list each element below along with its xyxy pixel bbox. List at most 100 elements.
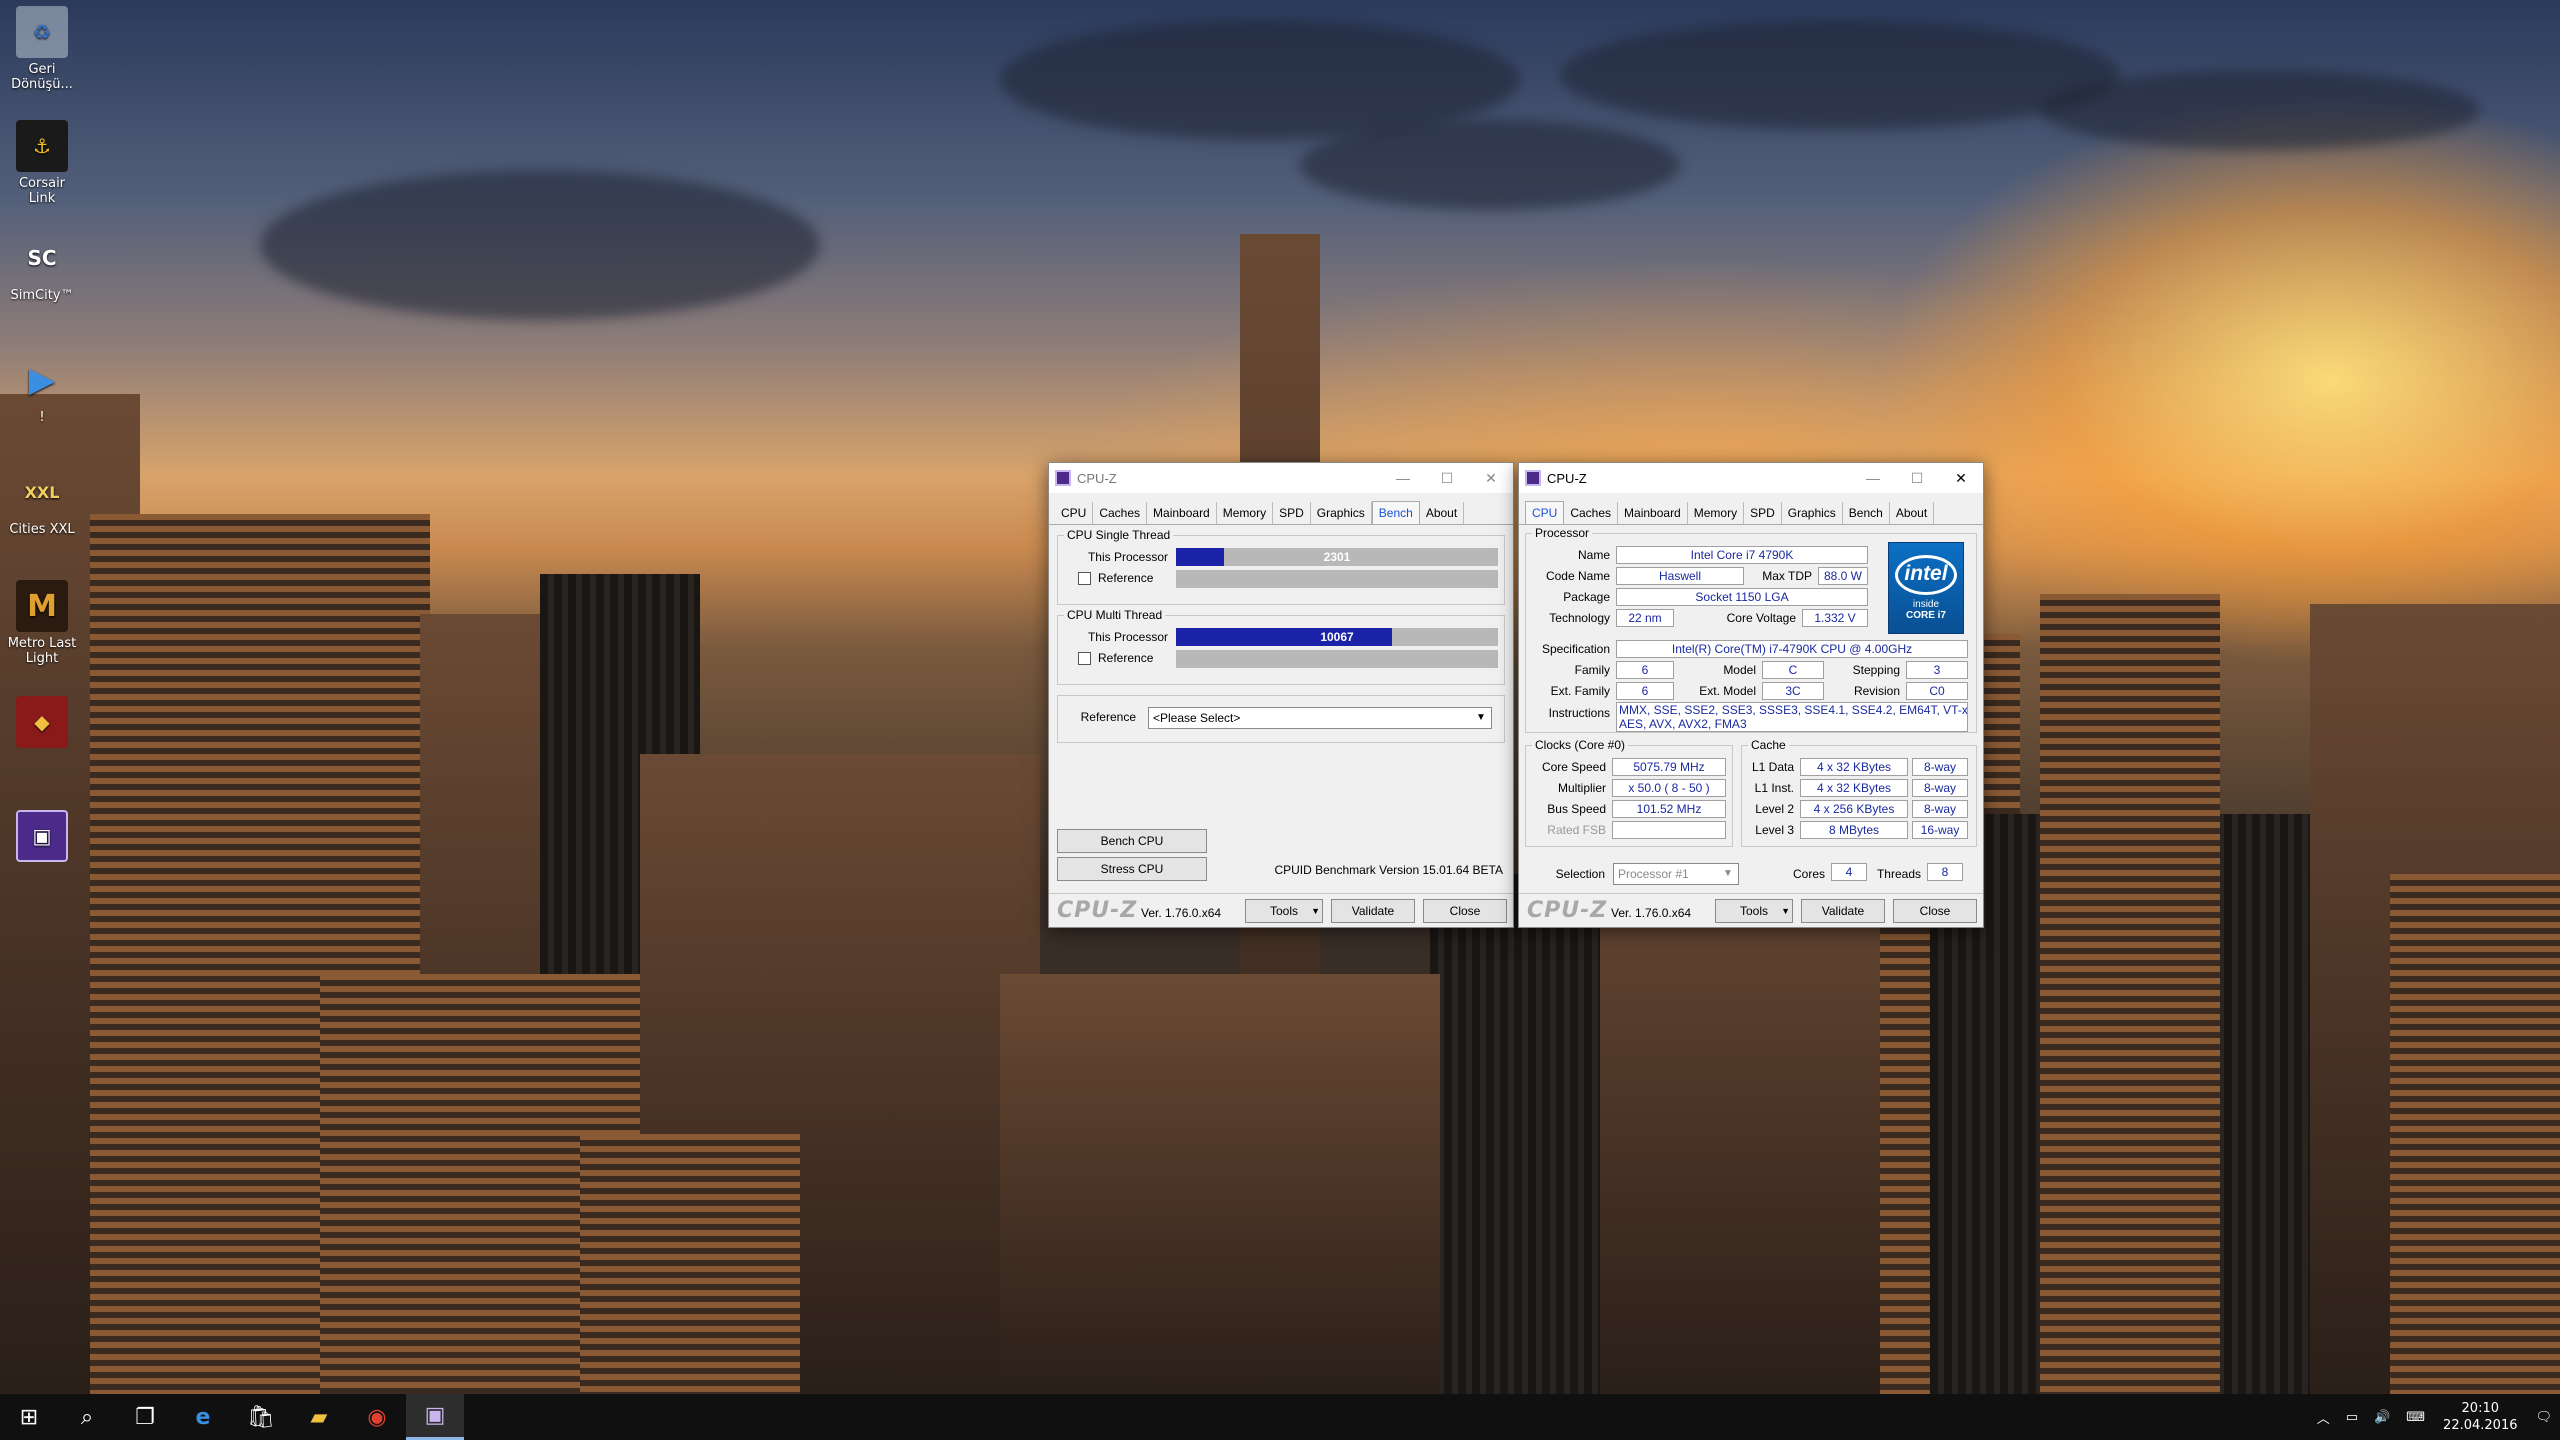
desktop-icon-cities-xxl[interactable]: XXL Cities XXL [6, 466, 78, 538]
single-thread-score: 2301 [1323, 550, 1351, 564]
this-processor-label: This Processor [1087, 550, 1168, 564]
clock[interactable]: 20:10 22.04.2016 [2443, 1400, 2517, 1434]
minimize-icon[interactable]: — [1851, 470, 1895, 486]
tab-memory[interactable]: Memory [1688, 502, 1745, 524]
threads-label: Threads [1876, 867, 1921, 881]
clock-date: 22.04.2016 [2443, 1418, 2518, 1433]
tools-button[interactable]: Tools ▼ [1245, 899, 1323, 923]
keyboard-icon[interactable]: ⌨ [2406, 1410, 2425, 1425]
multi-thread-score: 10067 [1320, 630, 1354, 644]
tab-mainboard[interactable]: Mainboard [1147, 502, 1217, 524]
file-explorer-icon[interactable]: ▰ [290, 1394, 348, 1440]
this-processor-label: This Processor [1087, 630, 1168, 644]
processor-selection-value: Processor #1 [1618, 867, 1689, 881]
tab-about[interactable]: About [1890, 502, 1935, 524]
close-icon[interactable]: ✕ [1939, 470, 1983, 487]
corsair-link-icon: ⚓ [16, 120, 68, 172]
close-button[interactable]: Close [1423, 899, 1507, 923]
ext-family-label: Ext. Family [1550, 684, 1610, 698]
desktop-icon-simcity[interactable]: SC SimCity™ [6, 232, 78, 303]
core-voltage-label: Core Voltage [1726, 611, 1796, 625]
close-icon[interactable]: ✕ [1469, 470, 1513, 487]
intel-core-line: CORE i7 [1905, 610, 1946, 621]
desktop-icon-recycle-bin[interactable]: ♻ Geri Dönüşü... [6, 6, 78, 92]
tab-spd[interactable]: SPD [1744, 502, 1782, 524]
multi-thread-reference-checkbox[interactable] [1078, 652, 1091, 665]
reference-select-value: <Please Select> [1153, 711, 1241, 725]
core-speed-value: 5075.79 MHz [1612, 758, 1726, 776]
clocks-group: Clocks (Core #0) Core Speed 5075.79 MHz … [1525, 738, 1733, 847]
stress-cpu-button[interactable]: Stress CPU [1057, 857, 1207, 881]
window-footer: CPU-Z Ver. 1.76.0.x64 Tools ▼ Validate C… [1519, 893, 1983, 927]
tools-button[interactable]: Tools ▼ [1715, 899, 1793, 923]
tab-memory[interactable]: Memory [1217, 502, 1274, 524]
code-name-label: Code Name [1545, 569, 1610, 583]
cache-level-2-ways: 8-way [1912, 800, 1968, 818]
maximize-icon[interactable]: ☐ [1425, 470, 1469, 487]
intel-brand: intel [1895, 555, 1957, 595]
tab-about[interactable]: About [1420, 502, 1465, 524]
multiplier-value: x 50.0 ( 8 - 50 ) [1612, 779, 1726, 797]
network-icon[interactable]: ▭ [2346, 1410, 2358, 1425]
desktop-icon-metro-last-light[interactable]: M Metro Last Light [6, 580, 78, 666]
tab-bench[interactable]: Bench [1843, 502, 1890, 524]
tab-caches[interactable]: Caches [1093, 502, 1148, 524]
tab-graphics[interactable]: Graphics [1782, 502, 1843, 524]
maximize-icon[interactable]: ☐ [1895, 470, 1939, 487]
system-tray: ︿ ▭ 🔊 ⌨ 20:10 22.04.2016 🗨 [2309, 1394, 2560, 1440]
benchmark-version: CPUID Benchmark Version 15.01.64 BETA [1274, 863, 1503, 877]
taskbar: ⊞ ⌕ ❐ e 🛍 ▰ ◉ ▣ ︿ ▭ 🔊 ⌨ 20:10 22.04.2016… [0, 1394, 2560, 1440]
tab-caches[interactable]: Caches [1564, 502, 1619, 524]
tab-bench[interactable]: Bench [1371, 501, 1420, 524]
desktop-icon-label: Corsair Link [18, 176, 66, 206]
selection-label: Selection [1555, 867, 1605, 881]
validate-button[interactable]: Validate [1331, 899, 1415, 923]
chrome-icon[interactable]: ◉ [348, 1394, 406, 1440]
chevron-down-icon: ▼ [1476, 712, 1486, 723]
tab-mainboard[interactable]: Mainboard [1618, 502, 1688, 524]
processor-selection-select[interactable]: Processor #1 ▼ [1613, 863, 1739, 885]
windows-start-icon[interactable]: ⊞ [0, 1394, 58, 1440]
family-value: 6 [1616, 661, 1674, 679]
task-view-icon[interactable]: ❐ [116, 1394, 174, 1440]
tab-bar: CPU Caches Mainboard Memory SPD Graphics… [1519, 497, 1983, 525]
bench-cpu-button[interactable]: Bench CPU [1057, 829, 1207, 853]
tab-spd[interactable]: SPD [1273, 502, 1311, 524]
revision-value: C0 [1906, 682, 1968, 700]
minimize-icon[interactable]: — [1381, 470, 1425, 486]
stepping-label: Stepping [1852, 663, 1900, 677]
cpu-z-icon[interactable]: ▣ [406, 1394, 464, 1440]
group-title: Processor [1532, 526, 1593, 540]
desktop-icon-cpu-z[interactable]: ▣ [6, 810, 78, 866]
single-thread-group: CPU Single Thread This Processor 2301 Re… [1057, 528, 1505, 605]
store-icon[interactable]: 🛍 [232, 1394, 290, 1440]
revision-label: Revision [1853, 684, 1900, 698]
single-thread-reference-bar [1176, 570, 1498, 588]
tab-graphics[interactable]: Graphics [1311, 502, 1372, 524]
title-bar[interactable]: CPU-Z — ☐ ✕ [1049, 463, 1513, 493]
tab-cpu[interactable]: CPU [1525, 501, 1565, 524]
chevron-up-icon[interactable]: ︿ [2317, 1408, 2330, 1427]
search-icon[interactable]: ⌕ [58, 1394, 116, 1440]
validate-button[interactable]: Validate [1801, 899, 1885, 923]
technology-value: 22 nm [1616, 609, 1674, 627]
cpu-z-bench-window[interactable]: CPU-Z — ☐ ✕ CPU Caches Mainboard Memory … [1048, 462, 1514, 928]
desktop-icon-corsair-link[interactable]: ⚓ Corsair Link [6, 120, 78, 206]
title-bar[interactable]: CPU-Z — ☐ ✕ [1519, 463, 1983, 493]
package-label: Package [1563, 590, 1610, 604]
close-button[interactable]: Close [1893, 899, 1977, 923]
desktop-icon-play[interactable]: ▶ ! [6, 354, 78, 425]
window-title: CPU-Z [1077, 470, 1117, 486]
reference-group: Reference <Please Select> ▼ [1057, 695, 1505, 743]
tab-cpu[interactable]: CPU [1055, 502, 1094, 524]
single-thread-reference-checkbox[interactable] [1078, 572, 1091, 585]
reference-select[interactable]: <Please Select> ▼ [1148, 707, 1492, 729]
bus-speed-value: 101.52 MHz [1612, 800, 1726, 818]
version-label: Ver. 1.76.0.x64 [1141, 906, 1222, 920]
notifications-icon[interactable]: 🗨 [2535, 1410, 2552, 1425]
desktop-icon-label: Cities XXL [9, 522, 75, 537]
cpu-z-cpu-window[interactable]: CPU-Z — ☐ ✕ CPU Caches Mainboard Memory … [1518, 462, 1984, 928]
edge-icon[interactable]: e [174, 1394, 232, 1440]
desktop-icon-app-red[interactable]: ◆ [6, 696, 78, 752]
volume-icon[interactable]: 🔊 [2374, 1410, 2390, 1425]
